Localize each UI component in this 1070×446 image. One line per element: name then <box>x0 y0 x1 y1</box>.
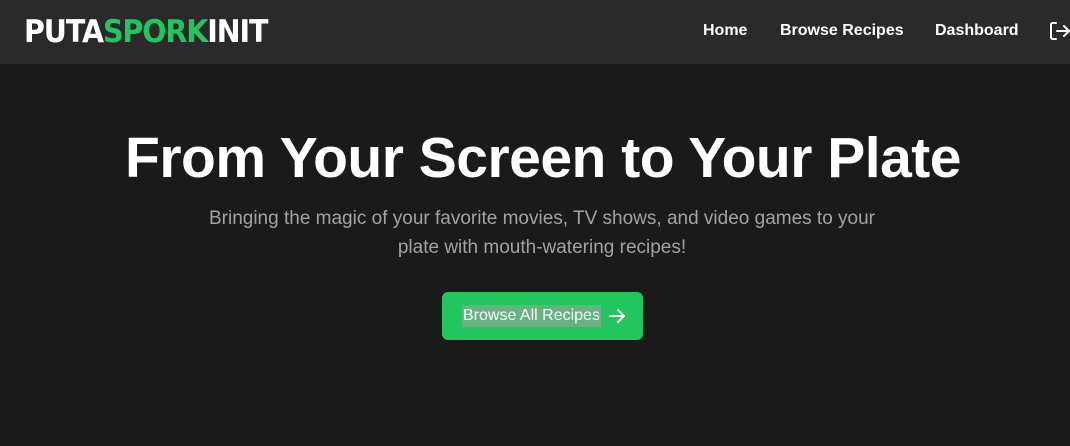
hero-title: From Your Screen to Your Plate <box>125 126 962 190</box>
nav-links: Home Browse Recipes Dashboard <box>0 0 1070 64</box>
nav-home-link[interactable]: Home <box>703 21 747 41</box>
arrow-right-icon <box>608 307 626 325</box>
nav-browse-recipes-link[interactable]: Browse Recipes <box>780 21 904 41</box>
browse-all-recipes-button[interactable]: Browse All Recipes <box>442 292 643 340</box>
logout-icon[interactable] <box>1049 21 1070 41</box>
nav-dashboard-link[interactable]: Dashboard <box>935 21 1019 41</box>
browse-all-recipes-label: Browse All Recipes <box>462 305 601 327</box>
hero-subtitle: Bringing the magic of your favorite movi… <box>208 208 876 258</box>
navbar: PUTASPORKINIT Home Browse Recipes Dashbo… <box>0 0 1070 64</box>
